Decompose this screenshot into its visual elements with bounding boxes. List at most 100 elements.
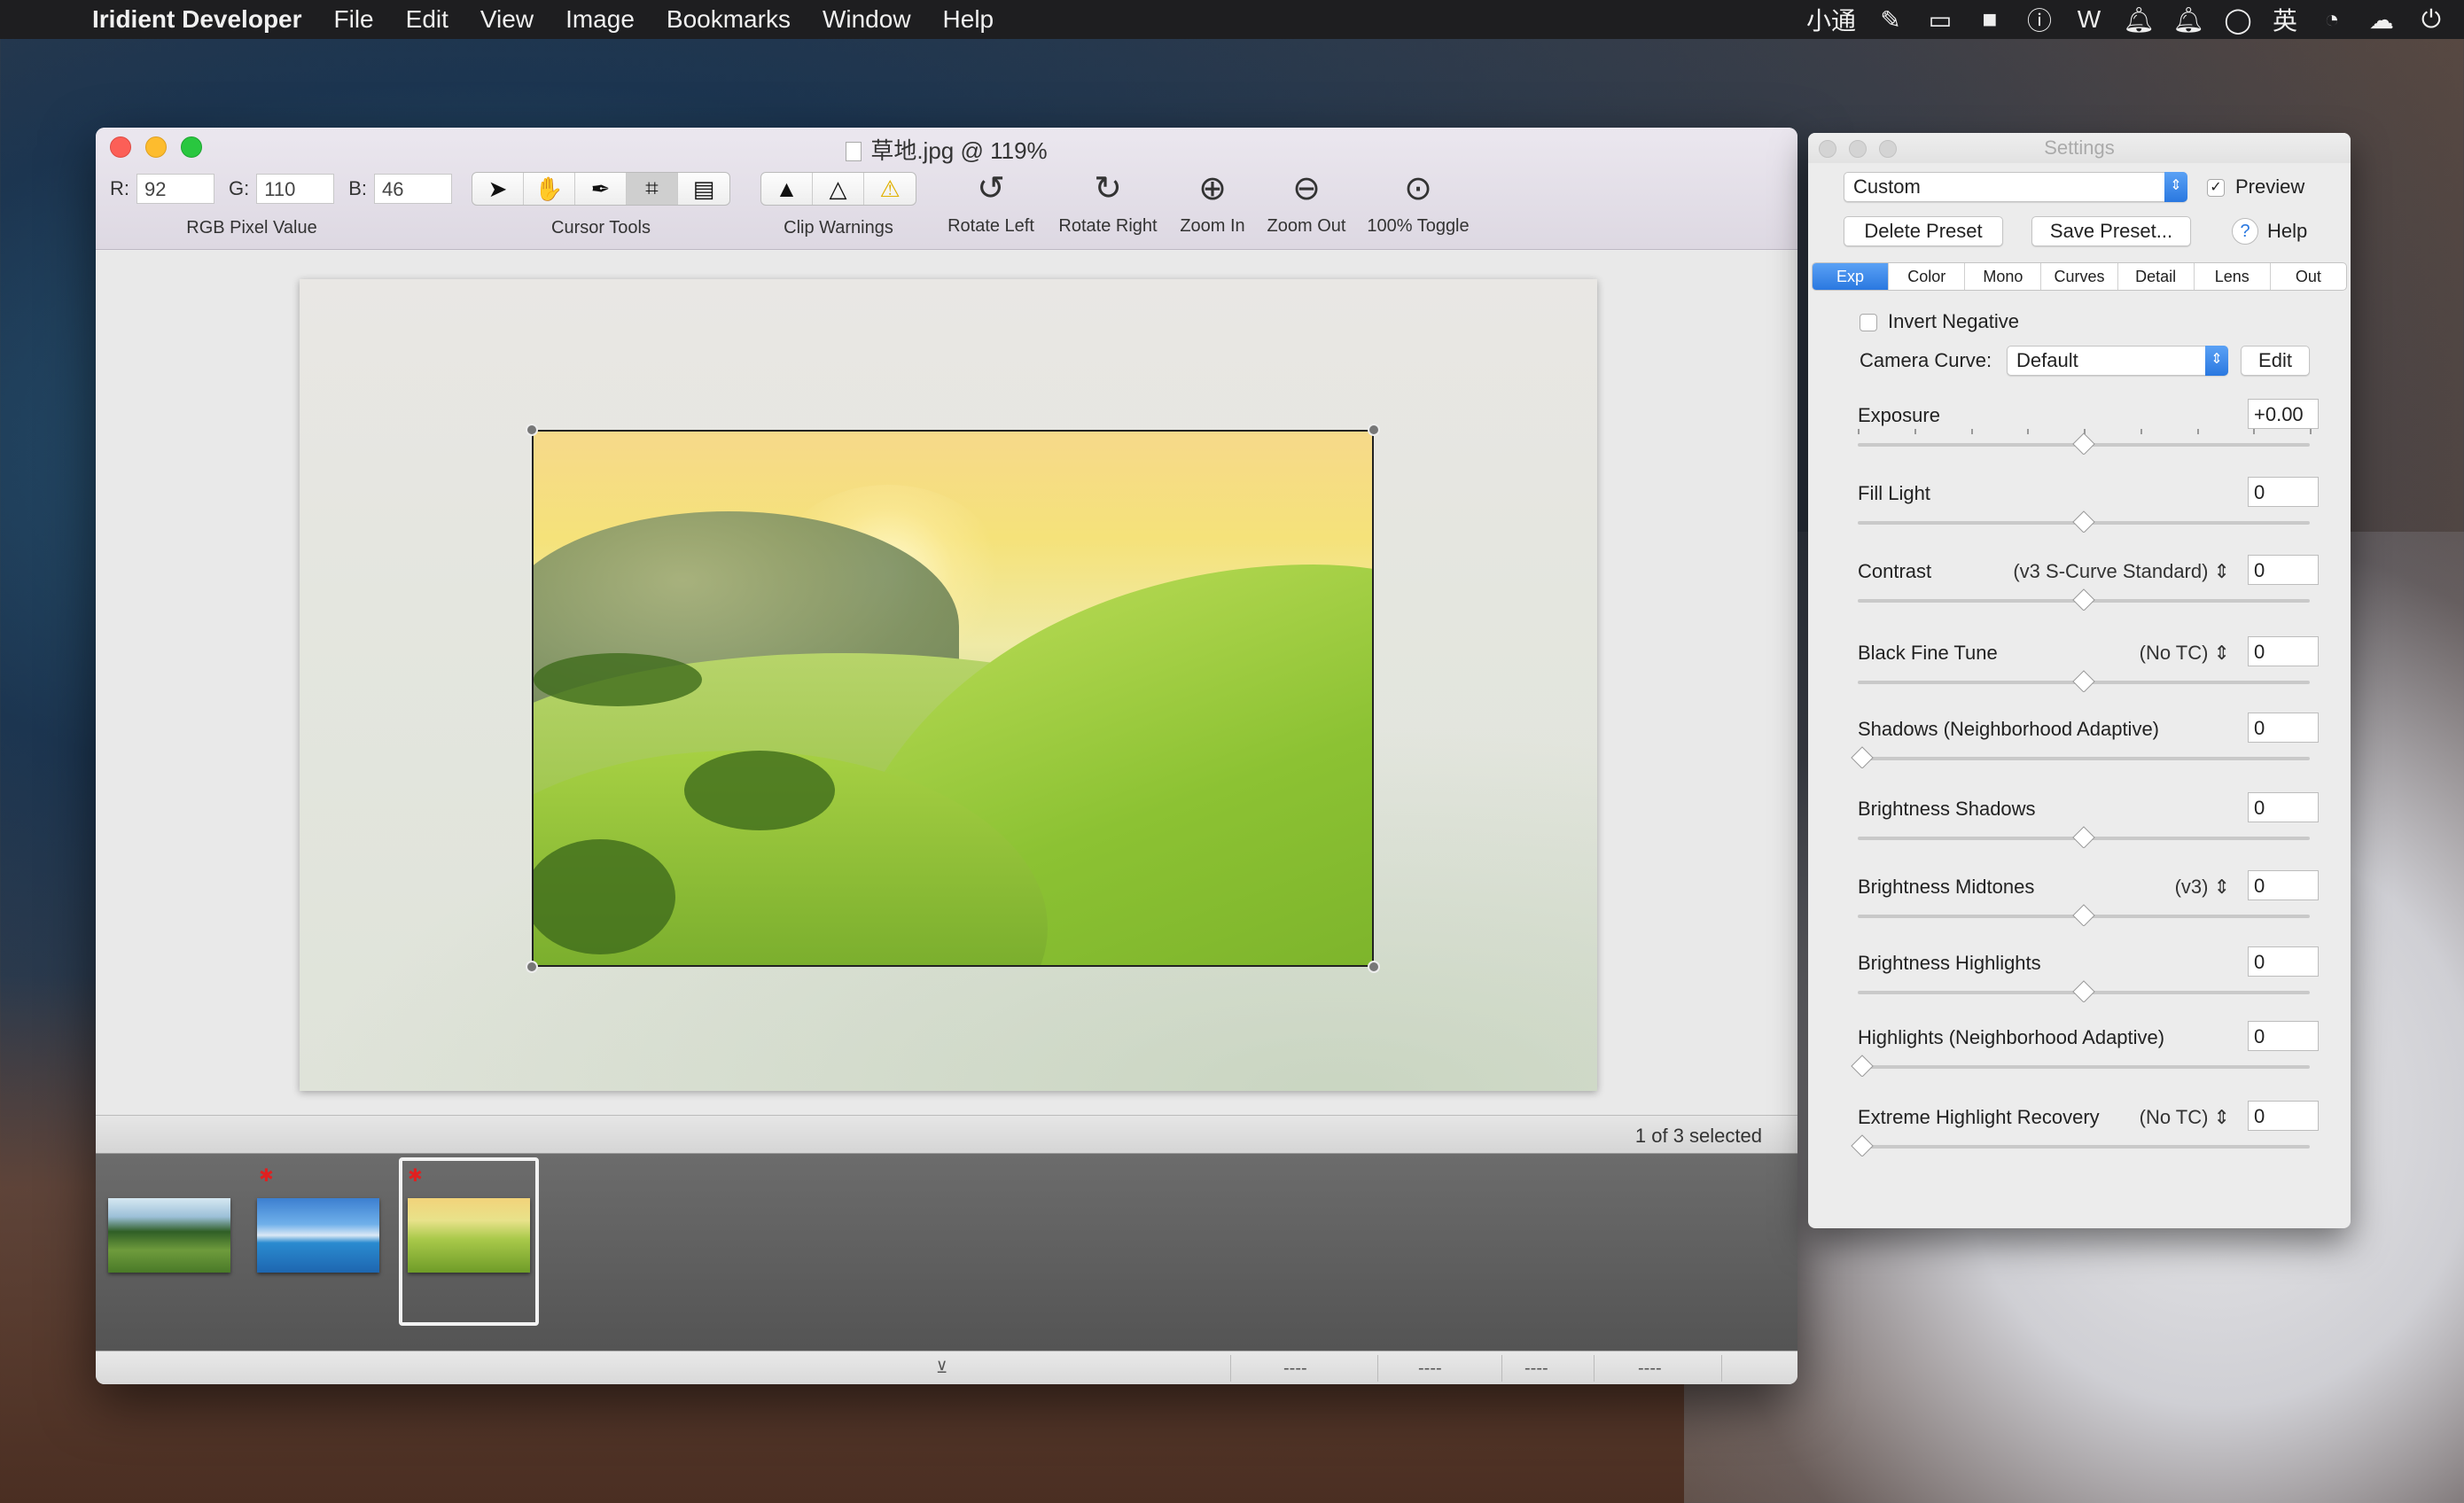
tab-lens[interactable]: Lens (2195, 263, 2271, 290)
app-menu[interactable]: Iridient Developer (92, 5, 302, 34)
wechat-icon[interactable]: ☁ (2367, 6, 2397, 34)
crop-rectangle[interactable] (532, 430, 1374, 967)
tab-color[interactable]: Color (1889, 263, 1966, 290)
crop-handle-top-left[interactable] (526, 424, 538, 436)
preset-popup[interactable]: Custom ⇕ (1844, 172, 2187, 202)
preview-checkbox[interactable]: ✓ (2207, 179, 2225, 197)
crop-handle-bottom-right[interactable] (1368, 961, 1380, 973)
filmstrip-toggle-icon[interactable]: ⊻ (936, 1359, 947, 1377)
crop-handle-bottom-left[interactable] (526, 961, 538, 973)
zoom-in-button[interactable]: ⊕ Zoom In (1168, 167, 1257, 237)
image-canvas[interactable] (96, 251, 1797, 1237)
slider-knob[interactable] (1851, 746, 1874, 769)
bell-icon[interactable]: 🔔︎ (2123, 6, 2155, 34)
evernote-icon[interactable]: ✎ (1875, 6, 1906, 34)
app-status-icon[interactable]: ■ (1975, 5, 2005, 33)
slider-value-field[interactable]: 0 (2248, 1021, 2319, 1051)
image-preview[interactable] (300, 279, 1597, 1091)
slider-label: Shadows (Neighborhood Adaptive) (1858, 718, 2160, 740)
menu-edit[interactable]: Edit (406, 5, 448, 34)
slider-track[interactable] (1858, 1065, 2310, 1069)
delete-preset-button[interactable]: Delete Preset (1844, 216, 2003, 246)
slider-mode-popup[interactable]: (v3) ⇕ (2175, 876, 2230, 899)
slider-knob[interactable] (2072, 432, 2095, 456)
zoom-button[interactable] (1879, 140, 1897, 158)
slider-value-field[interactable]: 0 (2248, 555, 2319, 585)
rotate-left-button[interactable]: ↺ Rotate Left (938, 167, 1044, 237)
pointer-tool-icon[interactable]: ➤ (472, 173, 524, 205)
thumbnail-2[interactable] (257, 1198, 379, 1273)
slider-knob[interactable] (2072, 980, 2095, 1003)
tab-detail[interactable]: Detail (2118, 263, 2195, 290)
menu-help[interactable]: Help (943, 5, 994, 34)
chat-bubble-icon[interactable]: ◯ (2223, 6, 2253, 34)
display-icon[interactable]: ▭ (1925, 6, 1955, 34)
slider-value-field[interactable]: 0 (2248, 792, 2319, 822)
tab-out[interactable]: Out (2271, 263, 2346, 290)
slider-value-field[interactable]: +0.00 (2248, 399, 2319, 429)
zoom-out-button[interactable]: ⊖ Zoom Out (1257, 167, 1356, 237)
slider-knob[interactable] (2072, 588, 2095, 611)
minimize-button[interactable] (1849, 140, 1867, 158)
input-method-indicator[interactable]: 英 (2273, 2, 2297, 37)
menu-view[interactable]: View (480, 5, 534, 34)
slider-mode-popup[interactable]: (No TC) ⇕ (2140, 642, 2230, 665)
crop-tool-icon[interactable]: ⌗ (627, 173, 678, 205)
settings-tabs: Exp Color Mono Curves Detail Lens Out (1812, 262, 2347, 291)
slider-track[interactable] (1858, 1145, 2310, 1149)
slider-value-field[interactable]: 0 (2248, 1101, 2319, 1131)
edit-curve-button[interactable]: Edit (2241, 346, 2310, 376)
toggle-100-button[interactable]: ⊙ 100% Toggle (1356, 167, 1480, 237)
menu-bookmarks[interactable]: Bookmarks (667, 5, 791, 34)
help-icon[interactable]: ? (2232, 218, 2258, 245)
slider-value-field[interactable]: 0 (2248, 870, 2319, 900)
slider-knob[interactable] (2072, 904, 2095, 927)
divider (1594, 1355, 1595, 1382)
close-button[interactable] (1819, 140, 1836, 158)
save-preset-button[interactable]: Save Preset... (2031, 216, 2191, 246)
menu-file[interactable]: File (334, 5, 374, 34)
slider-value-field[interactable]: 0 (2248, 713, 2319, 743)
status-text-item[interactable]: 小通 (1806, 2, 1856, 37)
thumbnail-3[interactable] (408, 1198, 530, 1273)
thumbnail-1[interactable] (108, 1198, 230, 1273)
power-icon[interactable]: ⏻ (2416, 5, 2446, 33)
time-machine-icon[interactable]: ◔ (2317, 5, 2347, 33)
info-icon[interactable]: ⓘ (2024, 6, 2055, 35)
r-value-field: 92 (136, 174, 214, 204)
slider-knob[interactable] (1851, 1055, 1874, 1078)
slider-knob[interactable] (2072, 670, 2095, 693)
zoom-100-icon: ⊙ (1404, 170, 1432, 207)
tab-mono[interactable]: Mono (1965, 263, 2042, 290)
menu-image[interactable]: Image (565, 5, 635, 34)
slider-mode-popup[interactable]: (v3 S-Curve Standard) ⇕ (2013, 560, 2230, 583)
chevron-updown-icon: ⇕ (2164, 172, 2187, 202)
notification-icon[interactable]: 🔔︎ (2172, 6, 2204, 34)
slider-mode-popup[interactable]: (No TC) ⇕ (2140, 1106, 2230, 1129)
straighten-tool-icon[interactable]: ▤ (678, 173, 729, 205)
slider-value-field[interactable]: 0 (2248, 636, 2319, 666)
status-field-3: ---- (1524, 1359, 1548, 1378)
hand-tool-icon[interactable]: ✋ (524, 173, 575, 205)
slider-track[interactable] (1858, 757, 2310, 760)
tab-curves[interactable]: Curves (2041, 263, 2118, 290)
tab-exp[interactable]: Exp (1813, 263, 1890, 290)
slider-tick (2196, 429, 2199, 434)
invert-negative-checkbox[interactable] (1860, 314, 1877, 331)
shadow-clip-warning-icon[interactable]: ▲ (761, 173, 813, 205)
slider-value-field[interactable]: 0 (2248, 946, 2319, 977)
slider-knob[interactable] (2072, 826, 2095, 849)
eyedropper-tool-icon[interactable]: ✒ (575, 173, 627, 205)
slider-knob[interactable] (1851, 1134, 1874, 1157)
help-label[interactable]: Help (2267, 220, 2307, 243)
clip-warning-icon[interactable]: △ (813, 173, 864, 205)
camera-curve-popup[interactable]: Default ⇕ (2007, 346, 2228, 376)
status-field-4: ---- (1638, 1359, 1662, 1378)
menu-window[interactable]: Window (823, 5, 911, 34)
rotate-right-button[interactable]: ↻ Rotate Right (1048, 167, 1168, 237)
crop-handle-top-right[interactable] (1368, 424, 1380, 436)
slider-value-field[interactable]: 0 (2248, 477, 2319, 507)
vectornator-icon[interactable]: W (2074, 5, 2104, 33)
slider-knob[interactable] (2072, 510, 2095, 533)
highlight-clip-warning-icon[interactable]: ⚠ (864, 173, 916, 205)
